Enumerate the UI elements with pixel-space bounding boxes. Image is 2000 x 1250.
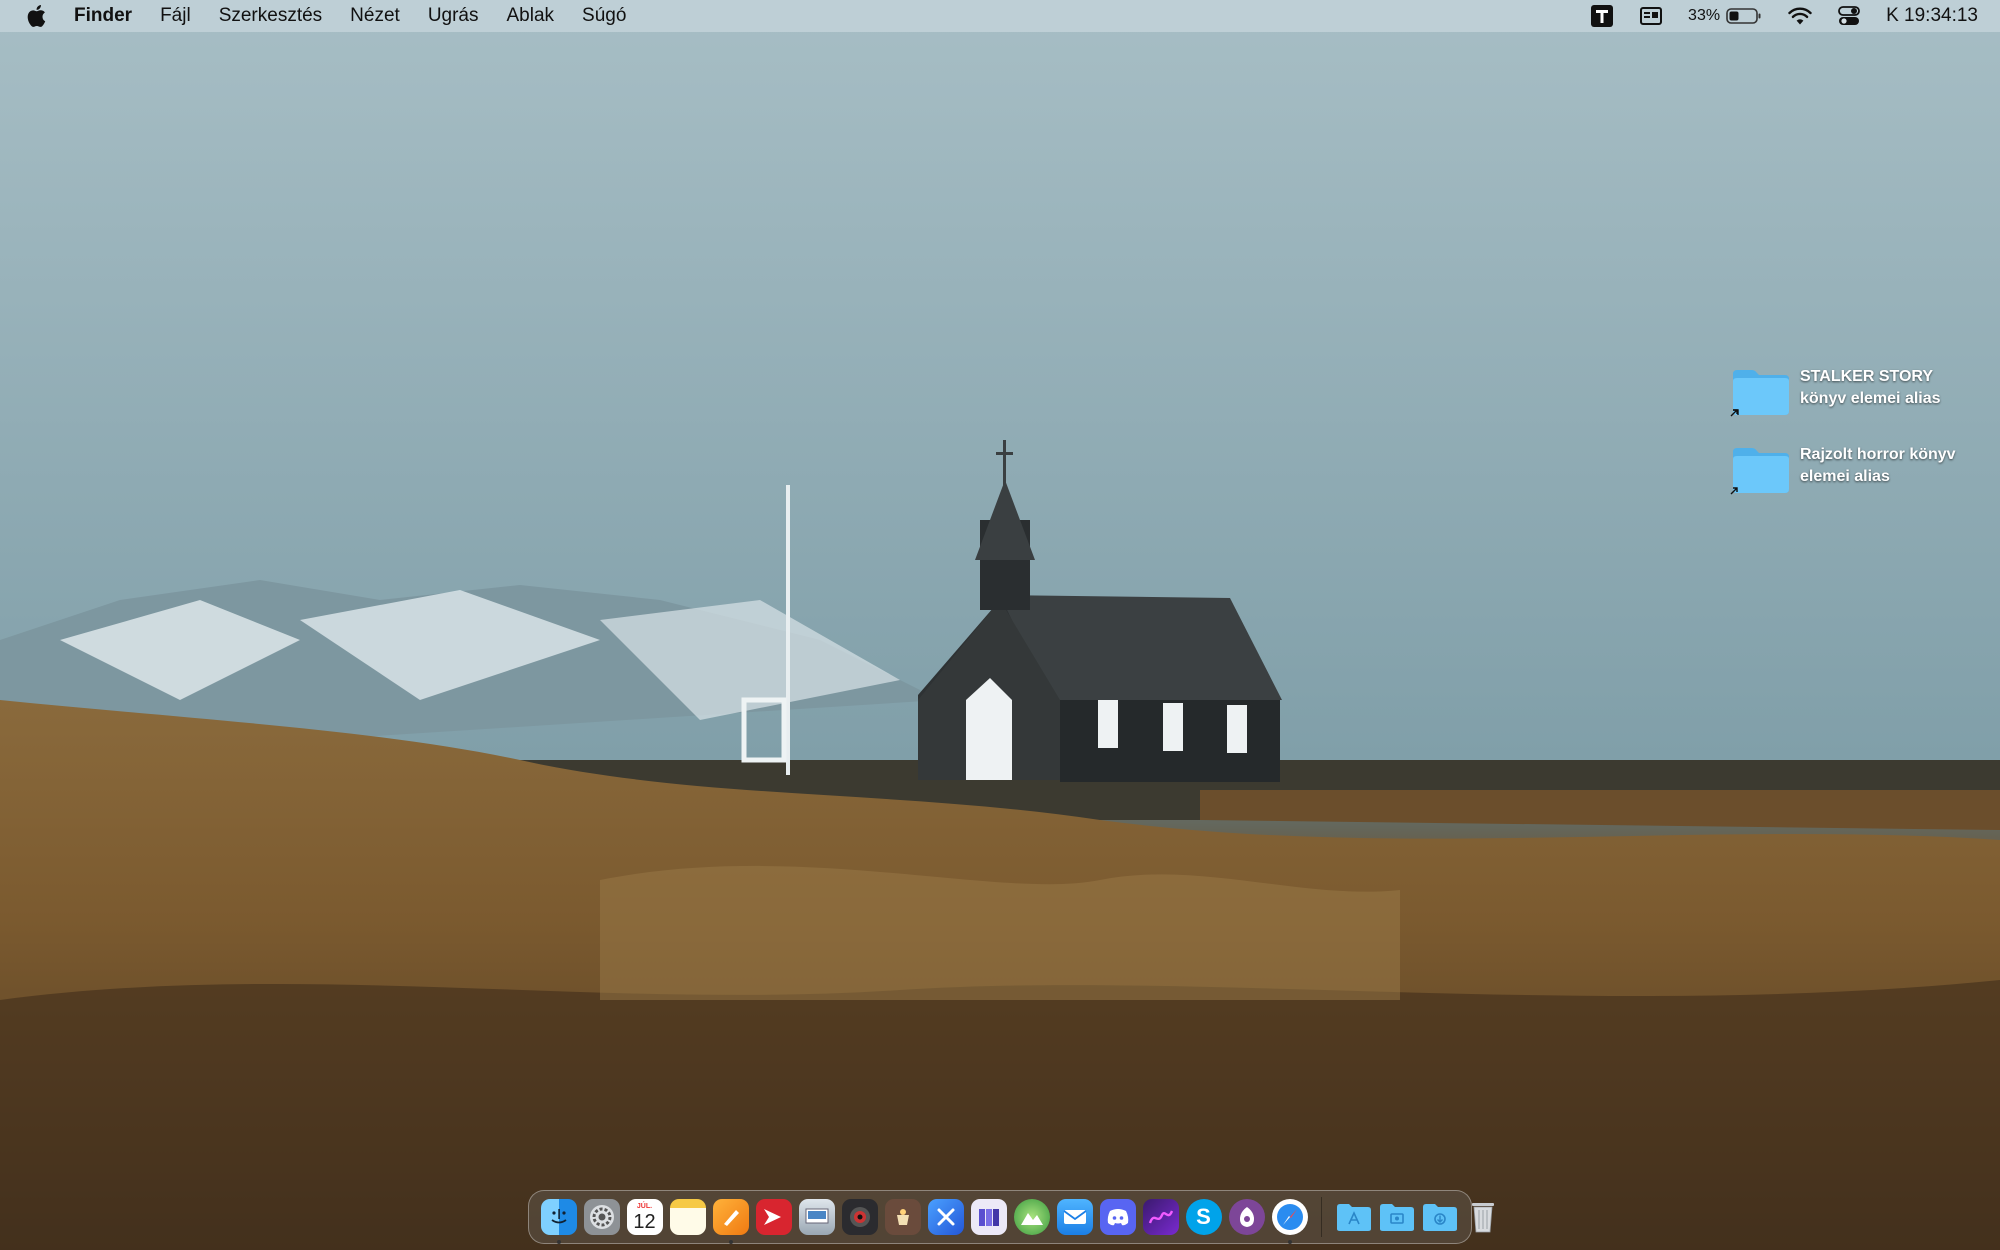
dock: JÚL. 12 S	[528, 1190, 1494, 1244]
dock-photos-landscape-icon[interactable]	[1013, 1199, 1050, 1235]
typeface-icon[interactable]	[1590, 4, 1614, 28]
dock-affinity-icon[interactable]	[1142, 1199, 1179, 1235]
display-menu-icon[interactable]	[1640, 6, 1663, 26]
dock-preview-icon[interactable]	[798, 1199, 835, 1235]
dock-tor-browser-icon[interactable]	[1228, 1199, 1265, 1235]
wifi-icon[interactable]	[1788, 6, 1812, 26]
folder-label-line2: elemei alias	[1800, 468, 1890, 485]
dock-safari-icon[interactable]	[1271, 1199, 1308, 1244]
dock-pages-icon[interactable]	[712, 1199, 749, 1244]
menu-bar: Finder Fájl Szerkesztés Nézet Ugrás Abla…	[0, 0, 2000, 32]
menu-window[interactable]: Ablak	[507, 5, 555, 27]
battery-icon[interactable]	[1726, 7, 1762, 25]
dock-lamp-icon[interactable]	[884, 1199, 921, 1235]
desktop-folder-rajzolt-horror[interactable]: Rajzolt horror könyv elemei alias	[1730, 444, 1980, 495]
folder-label-line1: STALKER STORY	[1800, 368, 1934, 385]
dock-photo-booth-icon[interactable]	[841, 1199, 878, 1235]
menu-help[interactable]: Súgó	[582, 5, 626, 27]
dock-notes-icon[interactable]	[669, 1199, 706, 1235]
running-indicator	[556, 1240, 561, 1244]
dock-downloads-folder-icon[interactable]	[1422, 1199, 1458, 1235]
menu-clock[interactable]: K 19:34:13	[1886, 5, 1978, 27]
dock-system-settings-icon[interactable]	[583, 1199, 620, 1235]
calendar-month: JÚL.	[636, 1202, 653, 1210]
dock-books-stack-icon[interactable]	[970, 1199, 1007, 1235]
dock-trash-icon[interactable]	[1465, 1199, 1501, 1235]
skype-s-glyph: S	[1196, 1204, 1211, 1229]
folder-alias-icon	[1730, 366, 1790, 417]
menu-app-finder[interactable]: Finder	[74, 5, 132, 27]
desktop-folder-stalker-story[interactable]: STALKER STORY könyv elemei alias	[1730, 366, 1980, 417]
desktop-wallpaper	[0, 0, 2000, 1250]
dock-separator	[1321, 1197, 1322, 1237]
apple-icon[interactable]	[26, 4, 48, 28]
dock-mail-icon[interactable]	[1056, 1199, 1093, 1235]
dock-finder-icon[interactable]	[540, 1199, 577, 1244]
dock-screenshots-folder-icon[interactable]	[1379, 1199, 1415, 1235]
folder-alias-icon	[1730, 444, 1790, 495]
battery-percent: 33%	[1688, 7, 1721, 24]
dock-discord-icon[interactable]	[1099, 1199, 1136, 1235]
wallpaper-landscape	[0, 0, 2000, 1250]
dock-calendar-icon[interactable]: JÚL. 12	[626, 1199, 663, 1235]
running-indicator	[1287, 1240, 1292, 1244]
dock-skype-icon[interactable]: S	[1185, 1199, 1222, 1235]
dock-infuse-icon[interactable]	[755, 1199, 792, 1235]
dock-applications-folder-icon[interactable]	[1336, 1199, 1372, 1235]
menu-view[interactable]: Nézet	[350, 5, 400, 27]
calendar-day: 12	[633, 1210, 656, 1233]
folder-label-line2: könyv elemei alias	[1800, 390, 1941, 407]
dock-xcode-icon[interactable]	[927, 1199, 964, 1235]
menu-file[interactable]: Fájl	[160, 5, 191, 27]
menu-edit[interactable]: Szerkesztés	[219, 5, 322, 27]
running-indicator	[728, 1240, 733, 1244]
menu-go[interactable]: Ugrás	[428, 5, 479, 27]
folder-label-line1: Rajzolt horror könyv	[1800, 446, 1956, 463]
control-center-icon[interactable]	[1838, 6, 1860, 26]
